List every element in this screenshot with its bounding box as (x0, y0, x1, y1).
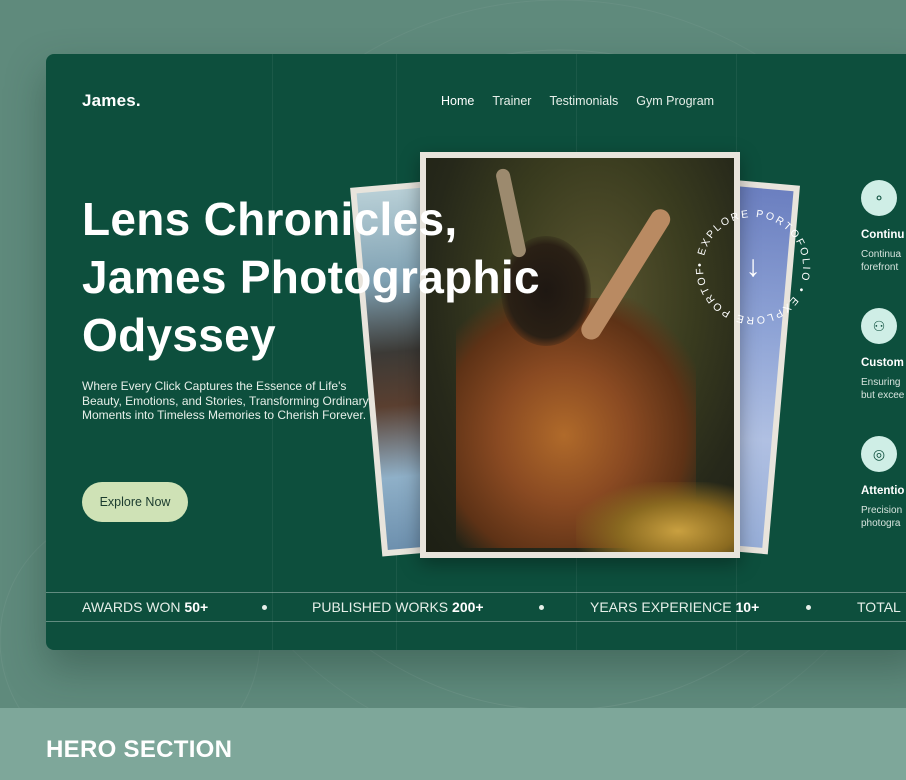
explore-now-button[interactable]: Explore Now (82, 482, 188, 522)
stat-published: PUBLISHED WORKS 200+ (312, 599, 484, 615)
feature-title: Continu (861, 229, 905, 241)
aperture-icon: ◎ (861, 436, 897, 472)
feature-title: Attentio (861, 485, 905, 497)
hero-card: James. Home Trainer Testimonials Gym Pro… (46, 54, 906, 650)
nav-home[interactable]: Home (441, 94, 474, 108)
circles-icon: ⚬ (861, 180, 897, 216)
hero-subtitle-line: Moments into Timeless Memories to Cheris… (82, 408, 367, 422)
explore-portfolio-badge[interactable]: • EXPLORE PORTOFOLIO • EXPLORE PORTOFOLI… (685, 195, 816, 330)
nav-trainer[interactable]: Trainer (492, 94, 531, 108)
arrow-down-icon: ↓ (745, 250, 761, 283)
hero-title-line: Odyssey (82, 309, 276, 361)
feature-desc: Continua forefront (861, 249, 902, 273)
separator-dot (539, 605, 544, 610)
stat-awards: AWARDS WON 50+ (82, 599, 209, 615)
hero-subtitle-line: Where Every Click Captures the Essence o… (82, 379, 347, 393)
footer-band: HERO SECTION (0, 708, 906, 780)
feature-title: Custom (861, 357, 904, 369)
hero-title-line: Lens Chronicles, (82, 193, 458, 245)
feature-item: ⚬ Continu Continua forefront (861, 180, 906, 274)
stat-total: TOTAL (857, 599, 901, 615)
hero-subtitle: Where Every Click Captures the Essence o… (82, 379, 392, 423)
hero-title: Lens Chronicles, James Photographic Odys… (82, 190, 602, 364)
feature-desc: Precision photogra (861, 505, 903, 529)
nav-gym-program[interactable]: Gym Program (636, 94, 714, 108)
separator-dot (806, 605, 811, 610)
feature-item: ◎ Attentio Precision photogra (861, 436, 906, 530)
stats-bar: AWARDS WON 50+ PUBLISHED WORKS 200+ YEAR… (46, 592, 906, 622)
main-nav: Home Trainer Testimonials Gym Program (441, 94, 714, 108)
separator-dot (262, 605, 267, 610)
users-icon: ⚇ (861, 308, 897, 344)
feature-item: ⚇ Custom Ensuring but excee (861, 308, 906, 402)
section-label: HERO SECTION (46, 736, 233, 763)
stat-experience: YEARS EXPERIENCE 10+ (590, 599, 760, 615)
hero-subtitle-line: Beauty, Emotions, and Stories, Transform… (82, 393, 369, 408)
feature-desc: Ensuring but excee (861, 377, 905, 401)
nav-testimonials[interactable]: Testimonials (549, 94, 618, 108)
hero-title-line: James Photographic (82, 251, 540, 303)
brand-logo[interactable]: James. (82, 91, 141, 111)
